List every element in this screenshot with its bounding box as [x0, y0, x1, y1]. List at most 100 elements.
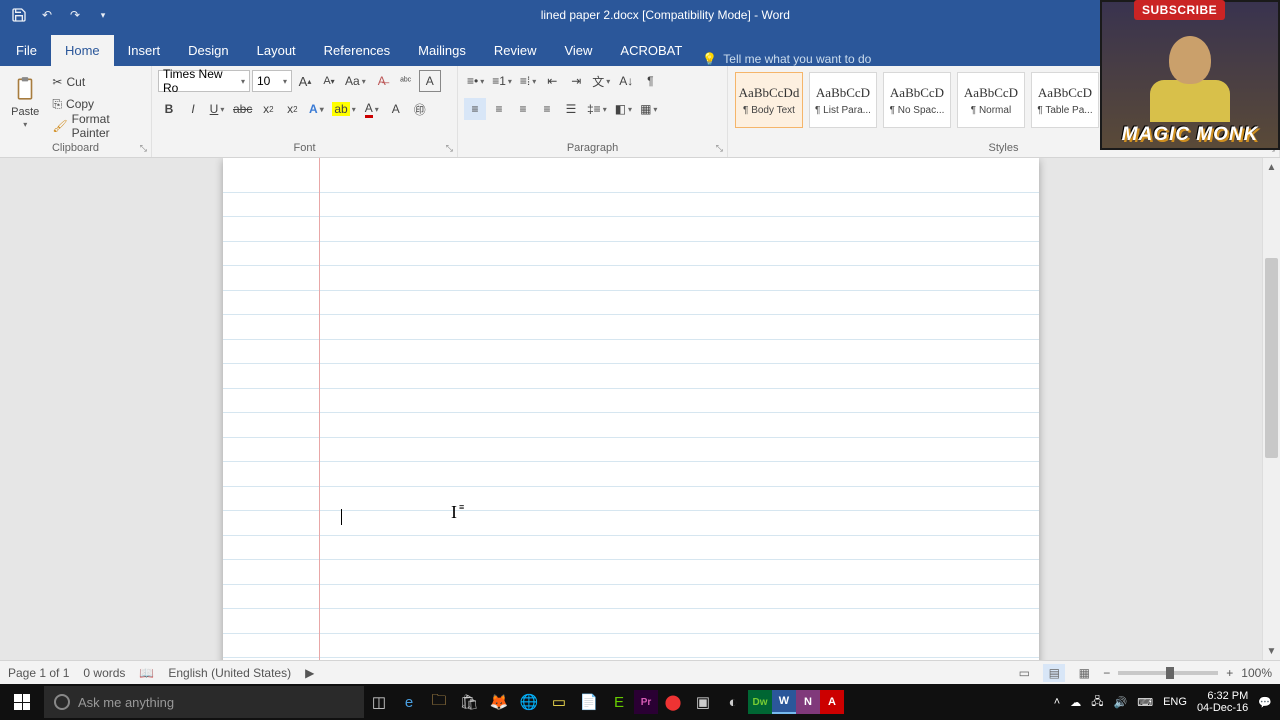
acrobat-icon[interactable]: A	[820, 690, 844, 714]
file-explorer-icon[interactable]: 🗀	[424, 684, 454, 720]
start-button[interactable]	[0, 684, 44, 720]
shrink-font-button[interactable]: A▾	[318, 70, 340, 92]
tab-insert[interactable]: Insert	[114, 35, 175, 66]
multilevel-list-button[interactable]: ≡⁞	[517, 70, 539, 92]
word-icon[interactable]: W	[772, 690, 796, 714]
format-painter-button[interactable]: 🖌Format Painter	[48, 116, 145, 136]
decrease-indent-button[interactable]: ⇤	[541, 70, 563, 92]
zoom-slider[interactable]	[1118, 671, 1218, 675]
copy-button[interactable]: ⎘Copy	[48, 94, 145, 114]
tab-layout[interactable]: Layout	[243, 35, 310, 66]
redo-button[interactable]: ↷	[62, 3, 88, 27]
firefox-icon[interactable]: 🦊	[484, 684, 514, 720]
macro-icon[interactable]: ▶	[305, 666, 314, 680]
style-body-text[interactable]: AaBbCcDd¶ Body Text	[735, 72, 803, 128]
qat-customize[interactable]: ▾	[90, 3, 116, 27]
show-marks-button[interactable]: ¶	[639, 70, 661, 92]
record-icon[interactable]: ⬤	[658, 684, 688, 720]
clear-formatting-button[interactable]: A̶	[371, 70, 393, 92]
bullets-button[interactable]: ≡•	[464, 70, 487, 92]
line-spacing-button[interactable]: ‡≡	[584, 98, 610, 120]
style-no-spacing[interactable]: AaBbCcD¶ No Spac...	[883, 72, 951, 128]
numbering-button[interactable]: ≡1	[489, 70, 515, 92]
bold-button[interactable]: B	[158, 98, 180, 120]
distributed-button[interactable]: ☰	[560, 98, 582, 120]
scroll-up-arrow[interactable]: ▲	[1263, 158, 1280, 176]
onenote-icon[interactable]: N	[796, 690, 820, 714]
zoom-level[interactable]: 100%	[1241, 666, 1272, 680]
clipboard-launcher[interactable]: ⤡	[140, 143, 147, 154]
justify-button[interactable]: ≡	[536, 98, 558, 120]
character-shading-button[interactable]: A	[385, 98, 407, 120]
cortana-search[interactable]: Ask me anything	[44, 686, 364, 718]
font-launcher[interactable]: ⤡	[446, 143, 453, 154]
dreamweaver-icon[interactable]: Dw	[748, 690, 772, 714]
scroll-thumb[interactable]	[1265, 258, 1278, 458]
vertical-scrollbar[interactable]: ▲ ▼	[1262, 158, 1280, 660]
edge-icon[interactable]: e	[394, 684, 424, 720]
sort-button[interactable]: A↓	[615, 70, 637, 92]
tab-references[interactable]: References	[310, 35, 404, 66]
sticky-notes-icon[interactable]: ▭	[544, 684, 574, 720]
undo-button[interactable]: ↶	[34, 3, 60, 27]
read-mode-button[interactable]: ▭	[1013, 664, 1035, 682]
tab-view[interactable]: View	[550, 35, 606, 66]
document-area[interactable]: I≡	[0, 158, 1262, 660]
highlight-button[interactable]: ab	[329, 98, 358, 120]
font-color-button[interactable]: A	[361, 98, 383, 120]
font-name-combo[interactable]: Times New Ro▾	[158, 70, 250, 92]
enclose-characters-button[interactable]: ㊞	[409, 98, 431, 120]
style-normal[interactable]: AaBbCcD¶ Normal	[957, 72, 1025, 128]
subscribe-badge[interactable]: SUBSCRIBE	[1134, 0, 1225, 20]
premiere-icon[interactable]: Pr	[634, 690, 658, 714]
zoom-knob[interactable]	[1166, 667, 1174, 679]
tell-me-box[interactable]: 💡 Tell me what you want to do	[696, 52, 871, 66]
obs-icon[interactable]: ◐	[718, 684, 748, 720]
character-border-button[interactable]: A	[419, 70, 441, 92]
align-right-button[interactable]: ≡	[512, 98, 534, 120]
print-layout-button[interactable]: ▤	[1043, 664, 1065, 682]
word-count[interactable]: 0 words	[83, 666, 125, 680]
action-center-icon[interactable]: 💬	[1258, 696, 1272, 709]
grow-font-button[interactable]: A▴	[294, 70, 316, 92]
tab-design[interactable]: Design	[174, 35, 242, 66]
web-layout-button[interactable]: ▦	[1073, 664, 1095, 682]
cmd-icon[interactable]: ▣	[688, 684, 718, 720]
borders-button[interactable]: ▦	[637, 98, 660, 120]
align-left-button[interactable]: ≡	[464, 98, 486, 120]
cut-button[interactable]: ✂Cut	[48, 72, 145, 92]
zoom-in-button[interactable]: +	[1226, 666, 1233, 680]
task-view-button[interactable]: ◫	[364, 684, 394, 720]
font-size-combo[interactable]: 10▾	[252, 70, 292, 92]
increase-indent-button[interactable]: ⇥	[565, 70, 587, 92]
input-icon[interactable]: ⌨	[1137, 696, 1153, 709]
asian-layout-button[interactable]: 文	[589, 70, 613, 92]
style-list-paragraph[interactable]: AaBbCcD¶ List Para...	[809, 72, 877, 128]
page-indicator[interactable]: Page 1 of 1	[8, 666, 69, 680]
change-case-button[interactable]: Aa	[342, 70, 369, 92]
superscript-button[interactable]: x2	[281, 98, 303, 120]
evernote-icon[interactable]: E	[604, 684, 634, 720]
scroll-down-arrow[interactable]: ▼	[1263, 642, 1280, 660]
style-table-paragraph[interactable]: AaBbCcD¶ Table Pa...	[1031, 72, 1099, 128]
language-indicator-tray[interactable]: ENG	[1163, 696, 1187, 708]
align-center-button[interactable]: ≡	[488, 98, 510, 120]
tab-review[interactable]: Review	[480, 35, 551, 66]
text-effects-button[interactable]: A	[305, 98, 327, 120]
page[interactable]: I≡	[223, 158, 1039, 660]
tab-mailings[interactable]: Mailings	[404, 35, 480, 66]
notepad-icon[interactable]: 📄	[574, 684, 604, 720]
tray-chevron-icon[interactable]: ˄	[1054, 696, 1060, 708]
shading-button[interactable]: ◧	[612, 98, 635, 120]
zoom-out-button[interactable]: −	[1103, 666, 1110, 680]
clock[interactable]: 6:32 PM 04-Dec-16	[1197, 690, 1248, 714]
underline-button[interactable]: U	[206, 98, 228, 120]
paragraph-launcher[interactable]: ⤡	[716, 143, 723, 154]
subscript-button[interactable]: x2	[257, 98, 279, 120]
tab-home[interactable]: Home	[51, 35, 114, 66]
italic-button[interactable]: I	[182, 98, 204, 120]
paste-button[interactable]: Paste ▾	[6, 70, 44, 133]
phonetic-guide-button[interactable]: ᵃᵇᶜ	[395, 70, 417, 92]
chrome-icon[interactable]: 🌐	[514, 684, 544, 720]
volume-icon[interactable]: 🔊	[1114, 696, 1128, 709]
